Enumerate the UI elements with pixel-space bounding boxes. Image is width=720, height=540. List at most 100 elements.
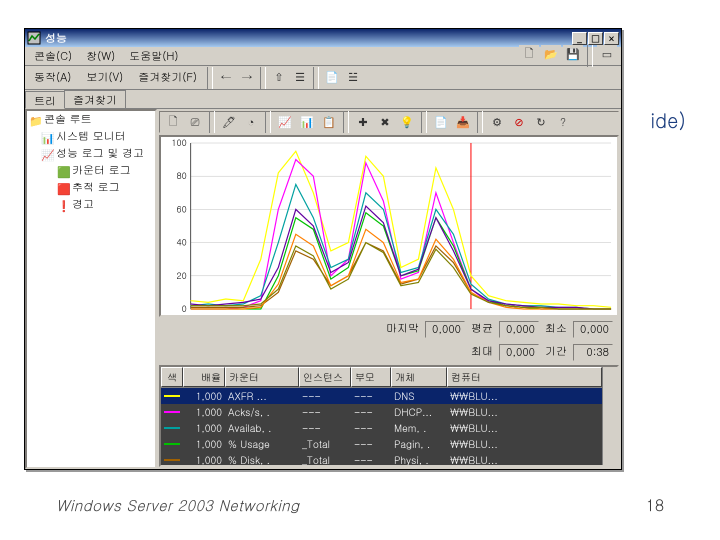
- add-counter-icon[interactable]: ✚: [353, 113, 373, 131]
- row-color-swatch: [161, 452, 183, 467]
- table-row[interactable]: 1,000% Usage_Total---Pagin, .\\BLU...: [161, 436, 602, 452]
- tree-root[interactable]: 📁 콘솔 루트: [27, 111, 155, 128]
- report-view-icon[interactable]: 📋: [319, 113, 339, 131]
- menu-fav[interactable]: 즐겨찾기(F): [131, 69, 204, 86]
- last-label: 마지막: [386, 321, 419, 338]
- window-title: 성능: [45, 31, 572, 46]
- slide-page-number: 18: [646, 493, 664, 516]
- table-row[interactable]: 1,000% Disk, ._Total---Physi, .\\BLU...: [161, 452, 602, 467]
- cell-counter: Availab, .: [225, 420, 299, 436]
- tree-label: 시스템 모니터: [56, 129, 126, 144]
- value-readout-2: 최대 0,000 기간 0:38: [159, 342, 619, 363]
- maximize-button[interactable]: □: [588, 32, 603, 45]
- doc-new-icon[interactable]: 🗋: [519, 45, 539, 63]
- log-data-icon[interactable]: ◔: [241, 113, 261, 131]
- histogram-view-icon[interactable]: 📊: [297, 113, 317, 131]
- current-activity-icon[interactable]: 🖊: [219, 113, 239, 131]
- cell-computer: \\BLU...: [447, 420, 602, 436]
- menu-console[interactable]: 콘솔(C): [27, 48, 79, 65]
- last-value: 0,000: [425, 321, 465, 338]
- help-icon[interactable]: ？: [553, 113, 573, 131]
- col-object[interactable]: 개체: [391, 367, 447, 387]
- svg-text:100: 100: [171, 137, 186, 149]
- app-icon: [27, 31, 41, 45]
- cell-instance: ---: [299, 420, 351, 436]
- monitor-icon: 📊: [41, 131, 54, 143]
- grid-scrollbar[interactable]: [602, 367, 617, 467]
- menu-action[interactable]: 동작(A): [27, 69, 78, 86]
- cell-scale: 1,000: [183, 420, 225, 436]
- col-scale[interactable]: 배율: [183, 367, 225, 387]
- tree-label: 추적 로그: [72, 180, 120, 195]
- tree-panel[interactable]: 📁 콘솔 루트 📊 시스템 모니터 📈 성능 로그 및 경고 🟩 카운터 로그 …: [25, 109, 157, 469]
- tree-perf-logs[interactable]: 📈 성능 로그 및 경고: [27, 145, 155, 162]
- menu-view[interactable]: 보기(V): [79, 69, 130, 86]
- cell-computer: \\BLU...: [447, 436, 602, 452]
- tree-alerts[interactable]: ❗ 경고: [27, 196, 155, 213]
- grid-body[interactable]: 1,000AXFR ...------DNS\\BLU...1,000Acks/…: [161, 388, 602, 467]
- delete-counter-icon[interactable]: ✖: [375, 113, 395, 131]
- svg-text:80: 80: [177, 169, 187, 182]
- cell-object: Physi, .: [391, 452, 447, 467]
- cell-counter: % Disk, .: [225, 452, 299, 467]
- properties-icon[interactable]: ⚙: [487, 113, 507, 131]
- nav-up-icon[interactable]: ⇧: [269, 69, 289, 87]
- properties-icon[interactable]: 📄: [322, 69, 342, 87]
- dur-value: 0:38: [573, 344, 613, 361]
- tree-label: 성능 로그 및 경고: [56, 146, 144, 161]
- list-icon[interactable]: ☱: [343, 69, 363, 87]
- tree-trace-logs[interactable]: 🟥 추적 로그: [27, 179, 155, 196]
- copy-icon[interactable]: 📄: [431, 113, 451, 131]
- tree-system-monitor[interactable]: 📊 시스템 모니터: [27, 128, 155, 145]
- col-color[interactable]: 색: [161, 367, 183, 387]
- chart-area[interactable]: 020406080100: [159, 135, 619, 317]
- cell-object: Mem, .: [391, 420, 447, 436]
- cell-scale: 1,000: [183, 388, 225, 404]
- row-color-swatch: [161, 388, 183, 404]
- alert-icon: ❗: [57, 199, 70, 211]
- avg-label: 평균: [471, 321, 493, 338]
- table-row[interactable]: 1,000Availab, .------Mem, .\\BLU...: [161, 420, 602, 436]
- col-parent[interactable]: 부모: [351, 367, 391, 387]
- new-counter-set-icon[interactable]: 🗋: [163, 113, 183, 131]
- tab-favorites[interactable]: 즐겨찾기: [64, 90, 126, 108]
- highlight-icon[interactable]: 💡: [397, 113, 417, 131]
- cell-counter: % Usage: [225, 436, 299, 452]
- minimize-button[interactable]: _: [572, 32, 587, 45]
- doc-save-icon[interactable]: 💾: [563, 45, 583, 63]
- separator: [209, 111, 215, 133]
- close-button[interactable]: ×: [604, 32, 619, 45]
- tab-tree[interactable]: 트리: [25, 91, 65, 109]
- table-row[interactable]: 1,000Acks/s, .------DHCP...\\BLU...: [161, 404, 602, 420]
- tree-root-label: 콘솔 루트: [44, 112, 92, 127]
- grid-header[interactable]: 색 배율 카운터 인스턴스 부모 개체 컴퓨터: [161, 367, 602, 388]
- nav-fwd-icon[interactable]: →: [237, 69, 257, 87]
- cell-computer: \\BLU...: [447, 404, 602, 420]
- cell-instance: ---: [299, 404, 351, 420]
- doc-mdi-icon[interactable]: ▭: [597, 45, 617, 63]
- col-instance[interactable]: 인스턴스: [299, 367, 351, 387]
- menu-help[interactable]: 도움말(H): [122, 48, 185, 65]
- cell-instance: _Total: [299, 452, 351, 467]
- cell-parent: ---: [351, 452, 391, 467]
- cell-computer: \\BLU...: [447, 388, 602, 404]
- max-value: 0,000: [499, 344, 539, 361]
- tree-counter-logs[interactable]: 🟩 카운터 로그: [27, 162, 155, 179]
- clear-display-icon[interactable]: ⎚: [185, 113, 205, 131]
- update-icon[interactable]: ↻: [531, 113, 551, 131]
- nav-back-icon[interactable]: ←: [216, 69, 236, 87]
- separator: [587, 45, 593, 67]
- counter-grid[interactable]: 색 배율 카운터 인스턴스 부모 개체 컴퓨터 1,000AXFR ...---…: [159, 365, 619, 467]
- menu-window[interactable]: 창(W): [79, 48, 122, 65]
- doc-open-icon[interactable]: 📂: [541, 45, 561, 63]
- chart-view-icon[interactable]: 📈: [275, 113, 295, 131]
- cell-counter: AXFR ...: [225, 388, 299, 404]
- col-counter[interactable]: 카운터: [225, 367, 299, 387]
- show-hide-icon[interactable]: ☰: [290, 69, 310, 87]
- console-menubar[interactable]: 콘솔(C) 창(W) 도움말(H) 🗋 📂 💾 ▭: [25, 47, 621, 66]
- cell-parent: ---: [351, 420, 391, 436]
- table-row[interactable]: 1,000AXFR ...------DNS\\BLU...: [161, 388, 602, 404]
- freeze-icon[interactable]: ⊘: [509, 113, 529, 131]
- col-computer[interactable]: 컴퓨터: [447, 367, 602, 387]
- paste-icon[interactable]: 📥: [453, 113, 473, 131]
